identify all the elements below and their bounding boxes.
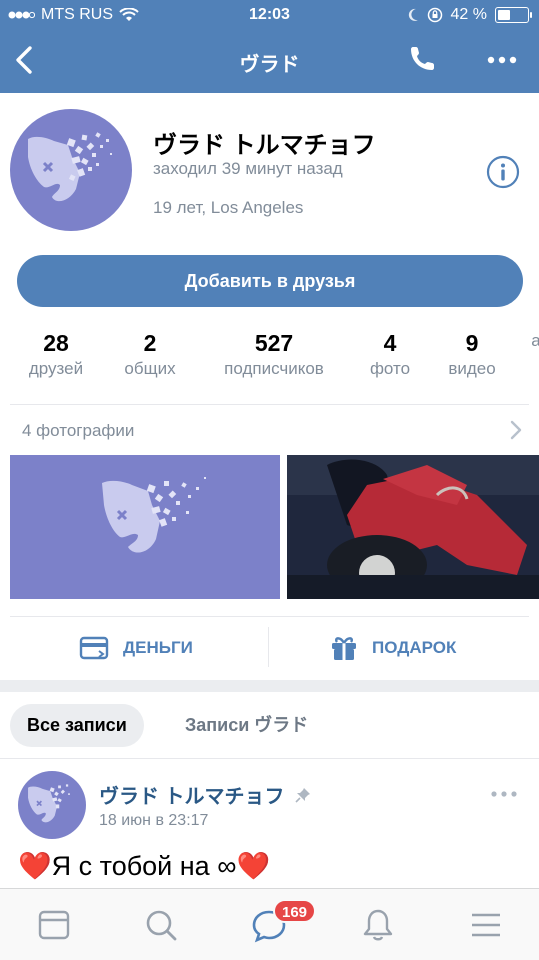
nav-title: ヴラド [239, 54, 300, 76]
divider [268, 627, 269, 667]
counter-label: а [531, 331, 539, 350]
profile-name: ヴラド トルマチョフ [153, 132, 376, 159]
last-seen: заходил 39 минут назад [153, 159, 343, 178]
avatar-art [28, 132, 112, 202]
counter-photos[interactable]: 4 фото [370, 329, 410, 381]
chevron-right-icon[interactable] [509, 419, 523, 441]
counter-label: видео [448, 359, 496, 378]
messages-badge: 169 [273, 899, 317, 923]
battery-fill [498, 10, 510, 20]
heart-icon: ❤️ [236, 851, 271, 881]
avatar-art [28, 784, 70, 823]
counter-value: 527 [254, 330, 294, 356]
profile-avatar[interactable] [10, 109, 132, 231]
gift-label: ПОДАРОК [372, 638, 457, 657]
post-author[interactable]: ヴラド トルマチョフ [99, 780, 311, 809]
money-button[interactable]: ДЕНЬГИ [79, 633, 193, 663]
tab-owner-posts[interactable]: Записи ヴラド [168, 704, 325, 747]
counter-label: друзей [28, 359, 84, 378]
photo-thumbnail[interactable] [287, 455, 539, 599]
news-feed-icon[interactable] [36, 907, 72, 943]
top-header: MTS RUS 12:03 42 % ヴラド [0, 0, 539, 93]
post-text: ❤️ Я с тобой на ∞ ❤️ [18, 850, 270, 882]
post-text-body: Я с тобой на ∞ [51, 850, 237, 881]
gift-icon [332, 637, 356, 660]
divider [10, 616, 529, 617]
counter-value: 9 [465, 330, 479, 356]
divider [0, 758, 539, 759]
post-author-avatar[interactable] [18, 771, 86, 839]
counter-mutual[interactable]: 2 общих [124, 329, 175, 381]
counter-value: 2 [143, 330, 157, 356]
divider [10, 404, 529, 405]
counter-cutoff[interactable]: а [531, 329, 539, 353]
photo-art [287, 455, 539, 599]
counter-friends[interactable]: 28 друзей [29, 329, 83, 381]
nav-bar: ヴラド [0, 32, 539, 93]
phone-icon[interactable] [403, 42, 439, 78]
more-horizontal-icon[interactable] [487, 54, 517, 66]
search-icon[interactable] [143, 907, 179, 943]
photos-header[interactable]: 4 фотографии [22, 421, 134, 441]
bottom-tab-bar [0, 888, 539, 960]
card-icon [79, 636, 109, 660]
gift-button[interactable]: ПОДАРОК [330, 633, 456, 663]
counter-label: подписчиков [224, 359, 324, 378]
photo-art [102, 477, 206, 553]
age-location: 19 лет, Los Angeles [153, 198, 304, 217]
counters-row: 28 друзей 2 общих 527 подписчиков 4 фото… [0, 329, 539, 385]
add-friend-button[interactable]: Добавить в друзья [17, 255, 523, 307]
status-right: 42 % [407, 6, 532, 24]
status-bar: MTS RUS 12:03 42 % [0, 0, 539, 32]
more-horizontal-icon[interactable] [491, 790, 517, 798]
info-icon[interactable] [486, 155, 520, 189]
counter-value: 28 [43, 330, 69, 356]
profile-card: ヴラド トルマチョフ заходил 39 минут назад 19 лет… [0, 93, 539, 680]
wall-card: Все записи Записи ヴラド ヴラド トルマチョフ 18 июн … [0, 692, 539, 892]
post-date[interactable]: 18 июн в 23:17 [99, 812, 208, 830]
battery-icon [495, 7, 532, 23]
heart-icon: ❤️ [18, 851, 52, 881]
photo-thumbnail[interactable] [10, 455, 280, 599]
menu-icon[interactable] [468, 907, 504, 943]
battery-percent: 42 % [450, 6, 487, 23]
orientation-lock-icon [427, 7, 442, 23]
tab-all-posts[interactable]: Все записи [10, 704, 144, 747]
money-label: ДЕНЬГИ [123, 638, 193, 657]
counter-value: 4 [383, 330, 397, 356]
moon-icon [408, 8, 418, 21]
pin-icon [294, 787, 310, 803]
notifications-bell-icon[interactable] [360, 907, 396, 943]
post-author-name: ヴラド トルマチョフ [99, 786, 285, 808]
counter-videos[interactable]: 9 видео [448, 329, 495, 381]
counter-followers[interactable]: 527 подписчиков [224, 329, 324, 381]
counter-label: общих [124, 359, 176, 378]
counter-label: фото [369, 359, 411, 378]
